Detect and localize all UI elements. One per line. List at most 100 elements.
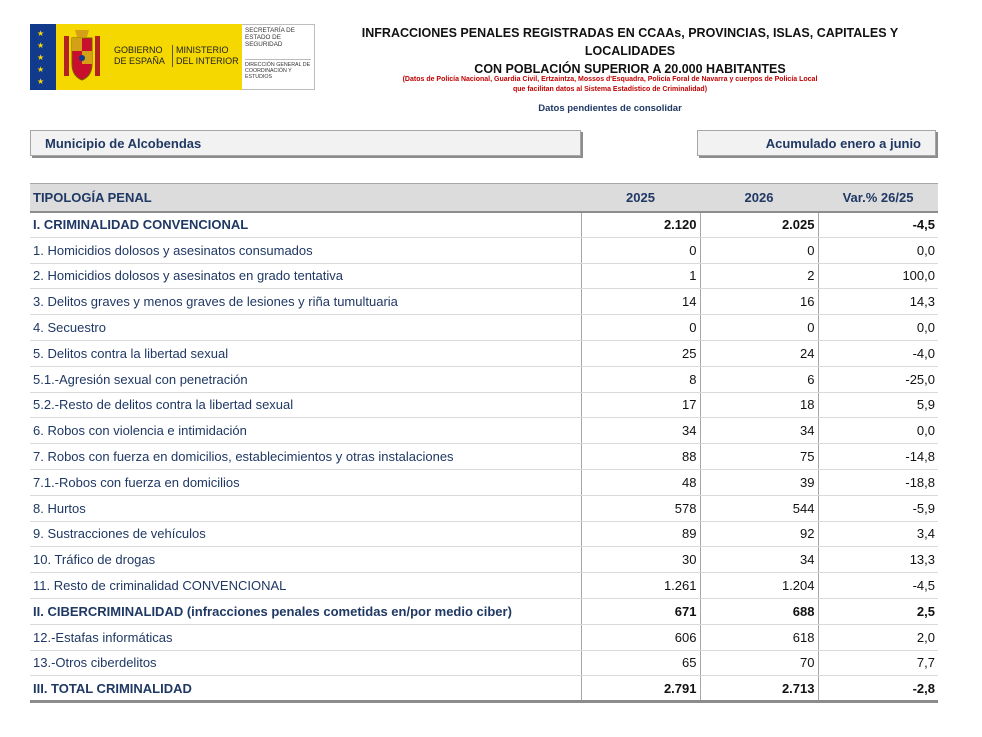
government-logo: ★ ★ ★ ★ ★ GOBIERNO DE ESPAÑA MINISTERIO … xyxy=(30,24,316,90)
row-value-2026: 39 xyxy=(700,469,819,496)
logo-ministerio-text: MINISTERIO DEL INTERIOR xyxy=(172,45,242,67)
row-label: 12.-Estafas informáticas xyxy=(30,624,582,651)
row-value-2026: 544 xyxy=(700,495,819,522)
row-variation: -4,5 xyxy=(818,211,938,238)
logo-secretaria-text: SECRETARÍA DE ESTADO DE SEGURIDAD xyxy=(245,27,295,49)
row-variation: -5,9 xyxy=(818,495,938,522)
coat-of-arms-icon xyxy=(56,24,106,90)
table-row: 7. Robos con fuerza en domicilios, estab… xyxy=(30,443,938,470)
eu-flag-strip: ★ ★ ★ ★ ★ xyxy=(30,24,56,90)
row-label: I. CRIMINALIDAD CONVENCIONAL xyxy=(30,211,582,238)
row-label: 7. Robos con fuerza en domicilios, estab… xyxy=(30,443,582,470)
row-value-2025: 2.120 xyxy=(581,211,701,238)
header-2026: 2026 xyxy=(700,183,818,213)
row-value-2025: 8 xyxy=(581,366,701,393)
row-value-2025: 0 xyxy=(581,237,701,264)
row-variation: -4,0 xyxy=(818,340,938,367)
table-row: 8. Hurtos 578 544 -5,9 xyxy=(30,495,938,522)
row-label: 13.-Otros ciberdelitos xyxy=(30,650,582,677)
row-value-2026: 2 xyxy=(700,263,819,290)
table-row: 5. Delitos contra la libertad sexual 25 24… xyxy=(30,340,938,367)
row-variation: 0,0 xyxy=(818,417,938,445)
row-value-2025: 671 xyxy=(581,598,701,625)
row-variation: 2,5 xyxy=(818,598,938,625)
row-value-2025: 17 xyxy=(581,392,701,419)
row-value-2025: 89 xyxy=(581,521,701,548)
row-variation: 0,0 xyxy=(818,314,938,341)
row-variation: -18,8 xyxy=(818,469,938,496)
table-row: 13.-Otros ciberdelitos 65 70 7,7 xyxy=(30,650,938,677)
row-label: III. TOTAL CRIMINALIDAD xyxy=(30,675,582,704)
header-tipologia: TIPOLOGÍA PENAL xyxy=(30,183,581,213)
logo-gobierno-text: GOBIERNO DE ESPAÑA xyxy=(114,45,165,66)
row-label: 5. Delitos contra la libertad sexual xyxy=(30,340,582,367)
row-value-2025: 2.791 xyxy=(581,675,701,704)
row-label: 4. Secuestro xyxy=(30,314,582,341)
row-value-2025: 0 xyxy=(581,314,701,341)
row-variation: -2,8 xyxy=(818,675,938,704)
row-label: 9. Sustracciones de vehículos xyxy=(30,521,582,548)
row-value-2025: 25 xyxy=(581,340,701,367)
star-icon: ★ xyxy=(37,29,45,38)
table-row: 5.2.-Resto de delitos contra la libertad… xyxy=(30,392,938,419)
row-value-2026: 688 xyxy=(700,598,819,625)
row-variation: 5,9 xyxy=(818,392,938,419)
row-variation: 7,7 xyxy=(818,650,938,677)
table-row: 3. Delitos graves y menos graves de lesi… xyxy=(30,288,938,316)
table-row: II. CIBERCRIMINALIDAD (infracciones pena… xyxy=(30,598,938,625)
row-variation: 13,3 xyxy=(818,546,938,574)
table-row: 6. Robos con violencia e intimidación 34 3… xyxy=(30,417,938,445)
row-label: 8. Hurtos xyxy=(30,495,582,522)
header-variation: Var.% 26/25 xyxy=(818,183,938,213)
row-value-2025: 48 xyxy=(581,469,701,496)
row-variation: 14,3 xyxy=(818,288,938,316)
table-row: 11. Resto de criminalidad CONVENCIONAL 1.… xyxy=(30,572,938,599)
header-2025: 2025 xyxy=(581,183,700,213)
row-value-2026: 1.204 xyxy=(700,572,819,599)
star-icon: ★ xyxy=(37,77,45,86)
row-value-2026: 18 xyxy=(700,392,819,419)
row-value-2026: 2.713 xyxy=(700,675,819,704)
table-row: 12.-Estafas informáticas 606 618 2,0 xyxy=(30,624,938,651)
row-variation: -25,0 xyxy=(818,366,938,393)
table-row: 2. Homicidios dolosos y asesinatos en gr… xyxy=(30,263,938,290)
row-variation: 2,0 xyxy=(818,624,938,651)
row-value-2026: 618 xyxy=(700,624,819,651)
report-title-line-1: INFRACCIONES PENALES REGISTRADAS EN CCAA… xyxy=(361,26,899,58)
table-row: 5.1.-Agresión sexual con penetración 8 6 -2… xyxy=(30,366,938,393)
row-label: 5.1.-Agresión sexual con penetración xyxy=(30,366,582,393)
row-value-2025: 34 xyxy=(581,417,701,445)
row-label: 6. Robos con violencia e intimidación xyxy=(30,417,582,445)
row-value-2025: 1 xyxy=(581,263,701,290)
row-value-2026: 70 xyxy=(700,650,819,677)
row-variation: 100,0 xyxy=(818,263,938,290)
star-icon: ★ xyxy=(37,53,45,62)
row-value-2026: 92 xyxy=(700,521,819,548)
row-value-2025: 65 xyxy=(581,650,701,677)
star-icon: ★ xyxy=(37,41,45,50)
row-value-2026: 75 xyxy=(700,443,819,470)
table-row: 7.1.-Robos con fuerza en domicilios 48 39-… xyxy=(30,469,938,496)
row-label: II. CIBERCRIMINALIDAD (infracciones pena… xyxy=(30,598,582,625)
data-source-line-1: (Datos de Policía Nacional, Guardia Civi… xyxy=(402,76,818,83)
logo-direccion-text: DIRECCIÓN GENERAL DE COORDINACIÓN Y ESTU… xyxy=(245,59,311,80)
table-row: 1. Homicidios dolosos y asesinatos consu… xyxy=(30,237,938,264)
row-label: 10. Tráfico de drogas xyxy=(30,546,582,574)
row-label: 1. Homicidios dolosos y asesinatos consu… xyxy=(30,237,582,264)
report-title: INFRACCIONES PENALES REGISTRADAS EN CCAA… xyxy=(320,24,940,78)
period-box: Acumulado enero a junio xyxy=(697,130,936,156)
row-value-2026: 6 xyxy=(700,366,819,393)
crime-table: TIPOLOGÍA PENAL 2025 2026 Var.% 26/25 I.… xyxy=(30,183,938,704)
data-source-line-2: que facilitan datos al Sistema Estadísti… xyxy=(512,86,708,93)
row-variation: 0,0 xyxy=(818,237,938,264)
logo-yellow-band: ★ ★ ★ ★ ★ GOBIERNO DE ESPAÑA MINISTERIO … xyxy=(30,24,242,90)
row-value-2025: 30 xyxy=(581,546,701,574)
data-source-note: (Datos de Policía Nacional, Guardia Civi… xyxy=(340,75,880,95)
row-label: 11. Resto de criminalidad CONVENCIONAL xyxy=(30,572,582,599)
row-value-2026: 0 xyxy=(700,237,819,264)
row-label: 7.1.-Robos con fuerza en domicilios xyxy=(30,469,582,496)
row-label: 3. Delitos graves y menos graves de lesi… xyxy=(30,288,582,316)
row-value-2026: 0 xyxy=(700,314,819,341)
row-variation: -4,5 xyxy=(818,572,938,599)
table-row: 4. Secuestro 0 0 0,0 xyxy=(30,314,938,341)
